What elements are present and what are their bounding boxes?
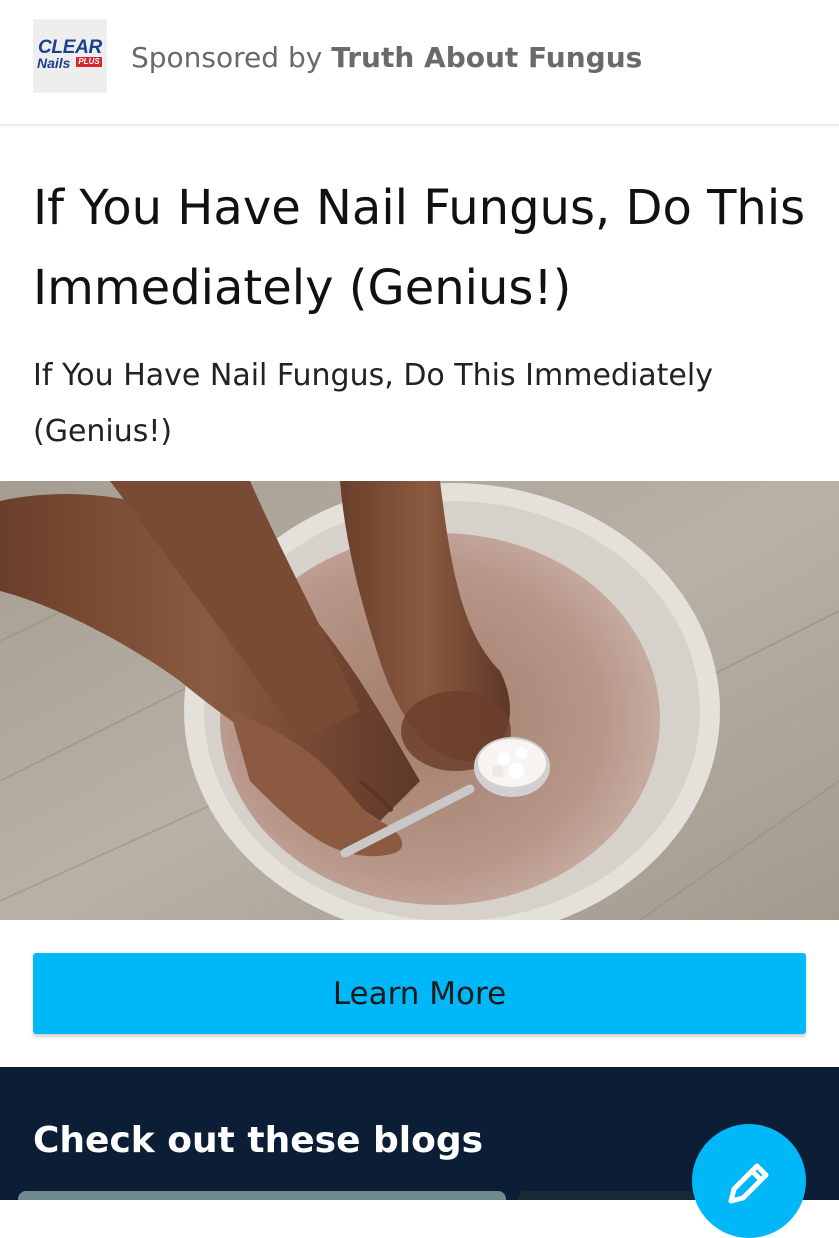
sponsor-bar: CLEAR Nails PLUS Sponsored by Truth Abou… — [0, 0, 839, 126]
logo-plus-badge: PLUS — [76, 57, 102, 67]
ad-description: If You Have Nail Fungus, Do This Immedia… — [33, 358, 713, 449]
pencil-icon — [728, 1163, 769, 1204]
blog-card-thumbnail-secondary[interactable] — [518, 1191, 718, 1200]
blog-card-thumbnail[interactable] — [18, 1191, 506, 1200]
compose-fab-button[interactable] — [692, 1124, 806, 1238]
logo-nails-text: Nails — [37, 55, 71, 71]
ad-image-foot-soak[interactable] — [0, 481, 839, 920]
sponsor-line: Sponsored by Truth About Fungus — [131, 40, 642, 76]
ad-headline[interactable]: If You Have Nail Fungus, Do This Immedia… — [33, 168, 813, 328]
sponsor-name-link[interactable]: Truth About Fungus — [331, 41, 642, 74]
blogs-heading: Check out these blogs — [33, 1120, 484, 1161]
advertiser-logo[interactable]: CLEAR Nails PLUS — [33, 19, 107, 93]
learn-more-button[interactable]: Learn More — [33, 953, 806, 1034]
sponsor-prefix: Sponsored by — [131, 41, 323, 74]
